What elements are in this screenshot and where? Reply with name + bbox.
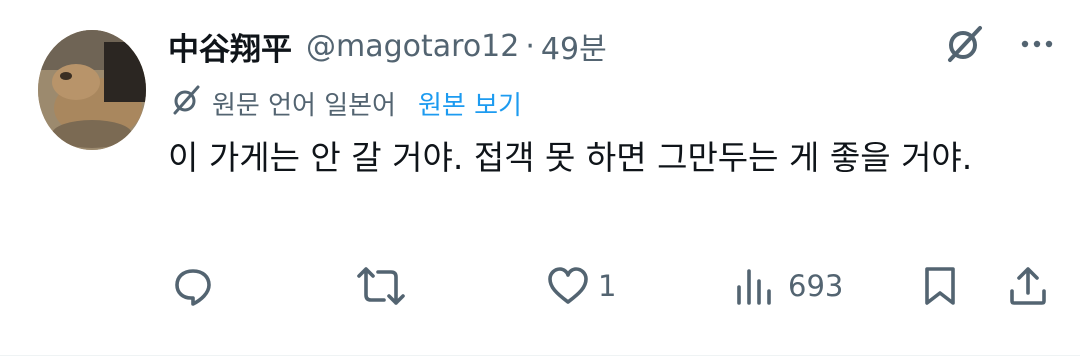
like-count: 1 (598, 269, 617, 303)
reply-button[interactable] (172, 256, 226, 316)
grok-icon[interactable] (944, 24, 984, 64)
bookmark-icon (922, 265, 958, 307)
reply-icon (172, 265, 214, 307)
translate-icon (170, 84, 202, 123)
retweet-icon (356, 265, 406, 307)
tweet-timestamp[interactable]: 49분 (541, 24, 607, 68)
like-button[interactable]: 1 (546, 256, 616, 316)
show-original-link[interactable]: 원본 보기 (418, 85, 522, 122)
tweet-action-bar: 1 693 (0, 256, 1080, 316)
more-icon[interactable] (1020, 39, 1054, 49)
like-icon (546, 265, 590, 307)
avatar-image (38, 30, 146, 150)
translation-language-label: 원문 언어 일본어 (212, 91, 396, 121)
tweet-text: 이 가게는 안 갈 거야. 접객 못 하면 그만두는 게 좋을 거야. (168, 138, 973, 177)
share-button[interactable] (1008, 256, 1048, 316)
views-icon (734, 265, 774, 307)
author-name[interactable]: 中谷翔平 (168, 24, 292, 69)
retweet-button[interactable] (356, 256, 418, 316)
tweet-top-actions (944, 24, 1054, 64)
tweet-header: 中谷翔平 @magotaro12 · 49분 (168, 24, 607, 69)
share-icon (1008, 265, 1048, 307)
author-handle[interactable]: @magotaro12 (306, 29, 519, 64)
views-count: 693 (788, 269, 844, 303)
translation-row: 원문 언어 일본어 원본 보기 (170, 84, 522, 123)
views-button[interactable]: 693 (734, 256, 843, 316)
bookmark-button[interactable] (922, 256, 958, 316)
separator-dot: · (525, 28, 535, 64)
avatar[interactable] (38, 30, 146, 150)
